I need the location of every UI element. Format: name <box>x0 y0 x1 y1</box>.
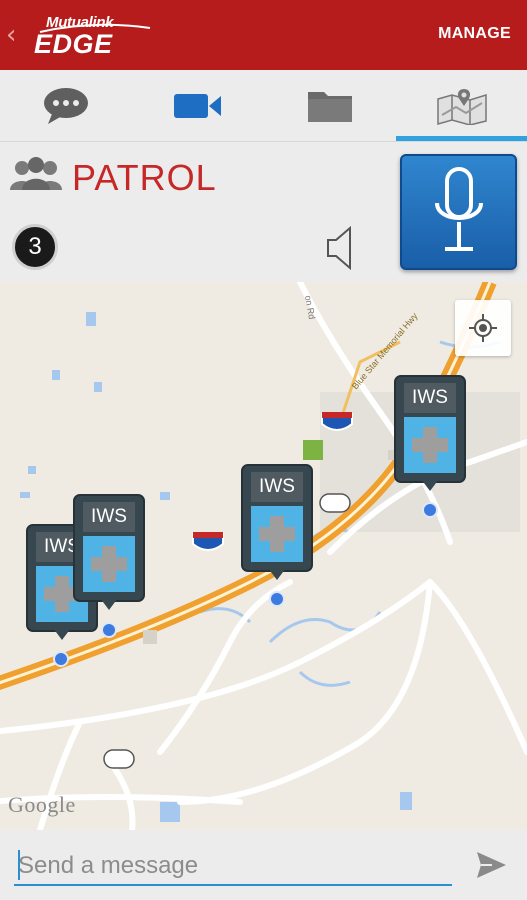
marker-body: IWS <box>394 375 466 483</box>
marker-body: IWS <box>73 494 145 602</box>
folder-icon <box>307 92 352 122</box>
tab-video[interactable] <box>132 70 263 142</box>
push-to-talk-button[interactable] <box>400 154 517 270</box>
tab-files[interactable] <box>264 70 395 142</box>
location-dot[interactable] <box>269 591 285 607</box>
tab-chat[interactable] <box>0 70 131 142</box>
video-camera-icon <box>173 94 221 118</box>
speaker-icon[interactable] <box>324 224 356 272</box>
marker-label: IWS <box>404 383 456 413</box>
interstate-shield-1 <box>321 412 353 431</box>
iws-map-marker[interactable]: IWS <box>394 375 466 491</box>
app-logo: Mutualink EDGE <box>34 12 154 58</box>
iws-map-marker[interactable]: IWS <box>73 494 145 610</box>
green-marker-square <box>303 440 323 460</box>
location-dot[interactable] <box>53 651 69 667</box>
road-badge <box>319 493 351 513</box>
app-root: ‹ Mutualink EDGE MANAGE PATROL 3 Blue St… <box>0 0 527 900</box>
medical-cross-icon <box>259 516 295 552</box>
map-icon <box>436 89 487 125</box>
message-input[interactable] <box>14 848 452 886</box>
send-icon[interactable] <box>474 848 508 882</box>
marker-body: IWS <box>241 464 313 572</box>
marker-pointer <box>268 568 286 580</box>
medical-cross-icon <box>412 427 448 463</box>
marker-image <box>404 417 456 473</box>
marker-label: IWS <box>83 502 135 532</box>
marker-pointer <box>421 479 439 491</box>
tab-map[interactable] <box>396 70 527 142</box>
interstate-shield-2 <box>192 532 224 551</box>
map-attribution: Google <box>8 792 76 817</box>
chevron-left-icon[interactable]: ‹ <box>6 20 16 50</box>
marker-label: IWS <box>251 472 303 502</box>
road-label-2: on Rd <box>303 295 317 320</box>
my-location-button[interactable] <box>455 300 511 356</box>
map-view[interactable]: Blue Star Memorial Hwy on Rd IWS IWS IWS… <box>0 282 527 830</box>
marker-image <box>83 536 135 592</box>
my-location-icon <box>469 314 497 342</box>
logo-bottom-text: EDGE <box>34 29 113 59</box>
marker-pointer <box>100 598 118 610</box>
message-composer <box>0 830 527 900</box>
top-app-bar: ‹ Mutualink EDGE MANAGE <box>0 0 527 70</box>
medical-cross-icon <box>91 546 127 582</box>
marker-pointer <box>53 628 71 640</box>
road-badge <box>103 749 135 769</box>
selected-tab-indicator <box>396 136 527 141</box>
location-dot[interactable] <box>101 622 117 638</box>
participant-count-badge: 3 <box>12 224 58 270</box>
manage-button[interactable]: MANAGE <box>438 25 511 43</box>
iws-map-marker[interactable]: IWS <box>241 464 313 580</box>
chat-bubble-icon <box>43 88 88 124</box>
location-dot[interactable] <box>422 502 438 518</box>
microphone-icon <box>434 167 483 251</box>
people-icon <box>10 157 62 190</box>
text-caret <box>18 850 20 880</box>
marker-image <box>251 506 303 562</box>
tab-bar <box>0 70 527 142</box>
channel-name: PATROL <box>72 157 217 198</box>
